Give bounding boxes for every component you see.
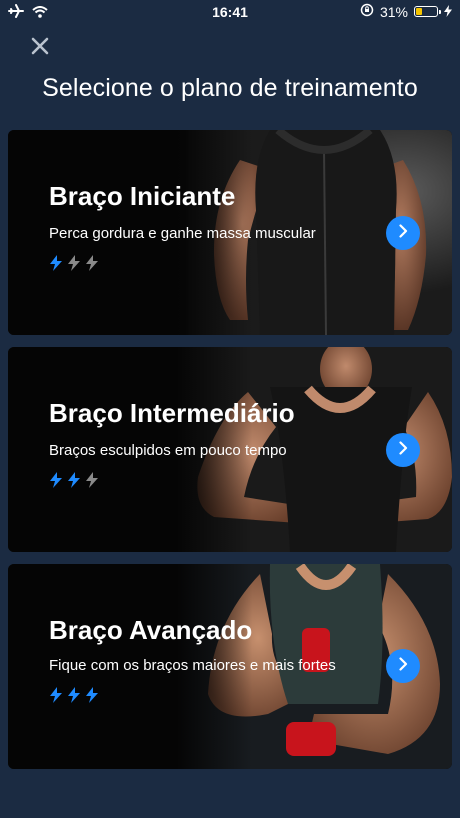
page-title: Selecione o plano de treinamento	[42, 74, 418, 102]
close-icon	[31, 37, 49, 60]
status-bar: 16:41 31%	[0, 0, 460, 24]
difficulty-indicator	[48, 686, 100, 709]
plan-subtitle: Braços esculpidos em pouco tempo	[49, 442, 287, 459]
close-button[interactable]	[26, 34, 54, 62]
battery-fill	[416, 8, 422, 15]
chevron-right-icon	[396, 656, 410, 676]
status-right: 31%	[360, 3, 452, 20]
lightning-active-icon	[84, 686, 100, 709]
lightning-active-icon	[48, 686, 64, 709]
lightning-inactive-icon	[66, 254, 82, 277]
lightning-active-icon	[66, 471, 82, 494]
lightning-inactive-icon	[84, 471, 100, 494]
battery-icon	[414, 6, 441, 17]
open-plan-button[interactable]	[386, 216, 420, 250]
plan-title: Braço Avançado	[49, 615, 253, 645]
plan-card-beginner[interactable]: Braço Iniciante Perca gordura e ganhe ma…	[8, 130, 452, 335]
chevron-right-icon	[396, 223, 410, 243]
rotation-lock-icon	[360, 3, 374, 20]
plan-title: Braço Intermediário	[49, 398, 295, 428]
difficulty-indicator	[48, 254, 100, 277]
battery-percentage: 31%	[379, 3, 408, 20]
open-plan-button[interactable]	[386, 433, 420, 467]
plan-title: Braço Iniciante	[49, 181, 236, 211]
chevron-right-icon	[396, 440, 410, 460]
plan-subtitle: Fique com os braços maiores e mais forte…	[49, 657, 336, 674]
plan-card-intermediate[interactable]: Braço Intermediário Braços esculpidos em…	[8, 347, 452, 552]
lightning-active-icon	[66, 686, 82, 709]
charging-icon	[444, 4, 452, 20]
plan-card-advanced[interactable]: Braço Avançado Fique com os braços maior…	[8, 564, 452, 769]
difficulty-indicator	[48, 471, 100, 494]
plan-subtitle: Perca gordura e ganhe massa muscular	[49, 225, 316, 242]
lightning-inactive-icon	[84, 254, 100, 277]
lightning-active-icon	[48, 471, 64, 494]
lightning-active-icon	[48, 254, 64, 277]
open-plan-button[interactable]	[386, 649, 420, 683]
